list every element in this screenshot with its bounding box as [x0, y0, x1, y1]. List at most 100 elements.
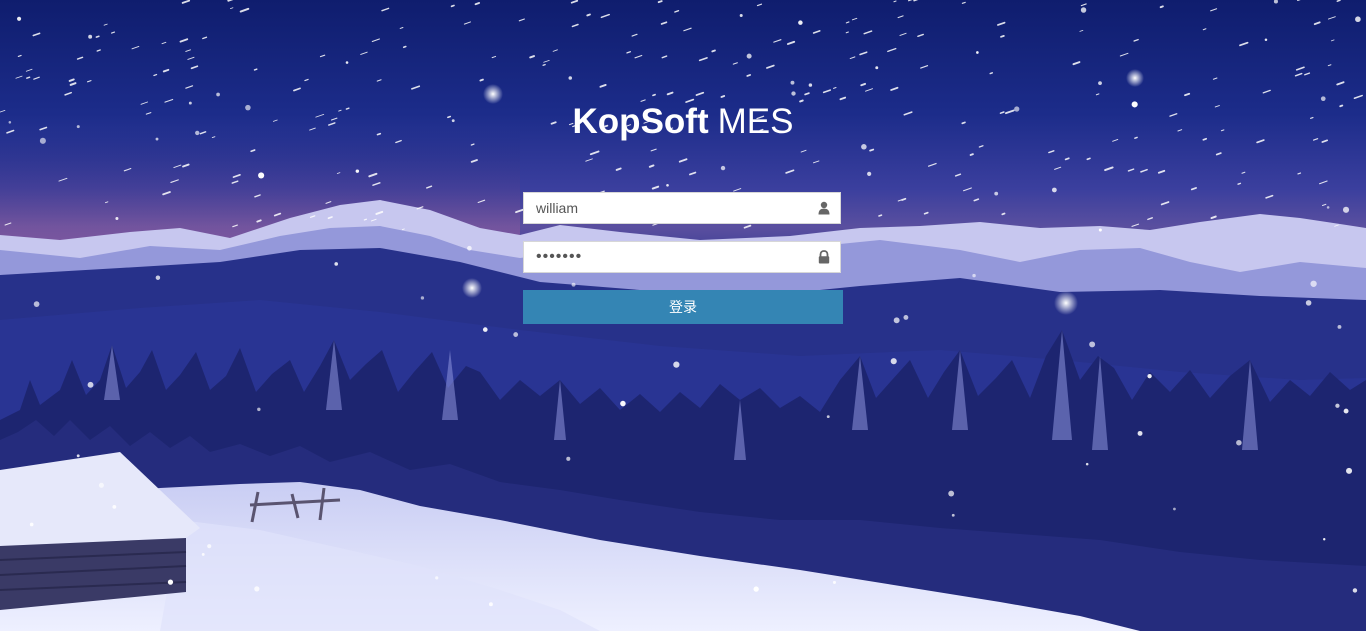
star-streak — [923, 211, 929, 215]
star-streak — [479, 78, 484, 82]
snowflake — [948, 490, 955, 497]
snowflake — [791, 91, 796, 96]
star-streak — [402, 45, 407, 49]
snowflake — [1326, 206, 1330, 209]
snowflake — [1089, 341, 1096, 348]
star-streak — [651, 185, 660, 190]
snowflake — [482, 327, 488, 332]
star-streak — [319, 54, 326, 58]
star-streak — [491, 55, 497, 59]
star-streak — [666, 91, 674, 96]
username-input[interactable] — [524, 193, 814, 223]
star-streak — [399, 26, 404, 29]
star-streak — [773, 39, 782, 43]
star-streak — [845, 31, 849, 34]
star-streak — [652, 93, 656, 97]
product-name: MES — [717, 102, 794, 141]
star-streak — [68, 78, 75, 82]
star-streak — [743, 224, 752, 229]
star-streak — [822, 89, 831, 94]
star-streak — [626, 51, 631, 54]
snowflake — [832, 580, 837, 584]
star-streak — [660, 21, 668, 25]
star-streak — [1241, 171, 1246, 174]
star-streak — [913, 0, 918, 2]
star-streak — [1159, 5, 1164, 9]
star-streak — [32, 32, 41, 37]
snowflake — [254, 586, 260, 592]
star-streak — [962, 187, 972, 192]
snowflake — [1346, 467, 1353, 474]
login-button[interactable]: 登录 — [523, 290, 843, 324]
snowflake — [1343, 408, 1349, 414]
star-streak — [648, 164, 655, 168]
star-streak — [865, 88, 874, 92]
snowflake — [257, 407, 261, 412]
star-streak — [1119, 52, 1129, 57]
star-streak — [1294, 72, 1303, 77]
snowflake — [207, 544, 212, 549]
star-streak — [845, 21, 850, 24]
star-streak — [111, 31, 116, 34]
star-streak — [1318, 180, 1328, 185]
snowflake — [903, 315, 909, 320]
star-streak — [25, 68, 33, 72]
snowflake — [976, 51, 979, 54]
snowflake — [1080, 7, 1087, 13]
star-streak — [1160, 201, 1170, 206]
snowflake — [1273, 0, 1278, 4]
star-streak — [600, 13, 610, 19]
star-streak — [474, 2, 480, 6]
star-streak — [161, 41, 167, 45]
star-streak — [1184, 92, 1191, 97]
star-streak — [1127, 168, 1135, 172]
password-input[interactable] — [524, 242, 814, 272]
star-streak — [833, 87, 837, 89]
page-title: KopSoft MES — [0, 100, 1366, 144]
star-streak — [851, 17, 858, 21]
snowflake-large — [1054, 291, 1078, 315]
snowflake — [167, 579, 174, 585]
star-streak — [890, 86, 899, 91]
star-streak — [187, 56, 195, 60]
star-streak — [1086, 157, 1091, 161]
snowflake — [808, 83, 813, 87]
snowflake — [29, 522, 34, 527]
star-streak — [698, 57, 708, 62]
star-streak — [897, 199, 902, 202]
star-streak — [634, 54, 643, 59]
brand-name: KopSoft — [572, 102, 709, 141]
star-streak — [1295, 66, 1305, 71]
star-streak — [804, 92, 810, 96]
star-streak — [1215, 152, 1222, 156]
star-streak — [1001, 212, 1006, 216]
star-streak — [812, 160, 820, 164]
star-streak — [376, 79, 382, 82]
snowflake — [345, 61, 349, 64]
star-streak — [185, 49, 191, 52]
star-streak — [250, 149, 256, 153]
star-streak — [253, 68, 258, 71]
star-streak — [733, 188, 742, 192]
snowflake — [488, 602, 493, 607]
star-streak — [766, 64, 775, 69]
snowflake — [1098, 228, 1102, 232]
snowflake — [566, 456, 571, 461]
snowflake — [201, 552, 205, 556]
login-page: KopSoftMES 登录 — [0, 0, 1366, 631]
star-streak — [989, 72, 994, 75]
star-streak — [1202, 28, 1207, 31]
star-streak — [239, 7, 250, 13]
star-streak — [518, 18, 525, 22]
snowflake — [1085, 462, 1089, 466]
snowflake — [790, 80, 795, 85]
snowflake — [76, 454, 80, 458]
star-streak — [839, 96, 847, 101]
star-streak — [978, 145, 984, 148]
star-streak — [860, 82, 867, 87]
star-streak — [927, 162, 937, 167]
snowflake — [861, 144, 867, 150]
star-streak — [786, 40, 796, 45]
snowflake — [88, 34, 93, 39]
snowflake — [826, 415, 830, 419]
